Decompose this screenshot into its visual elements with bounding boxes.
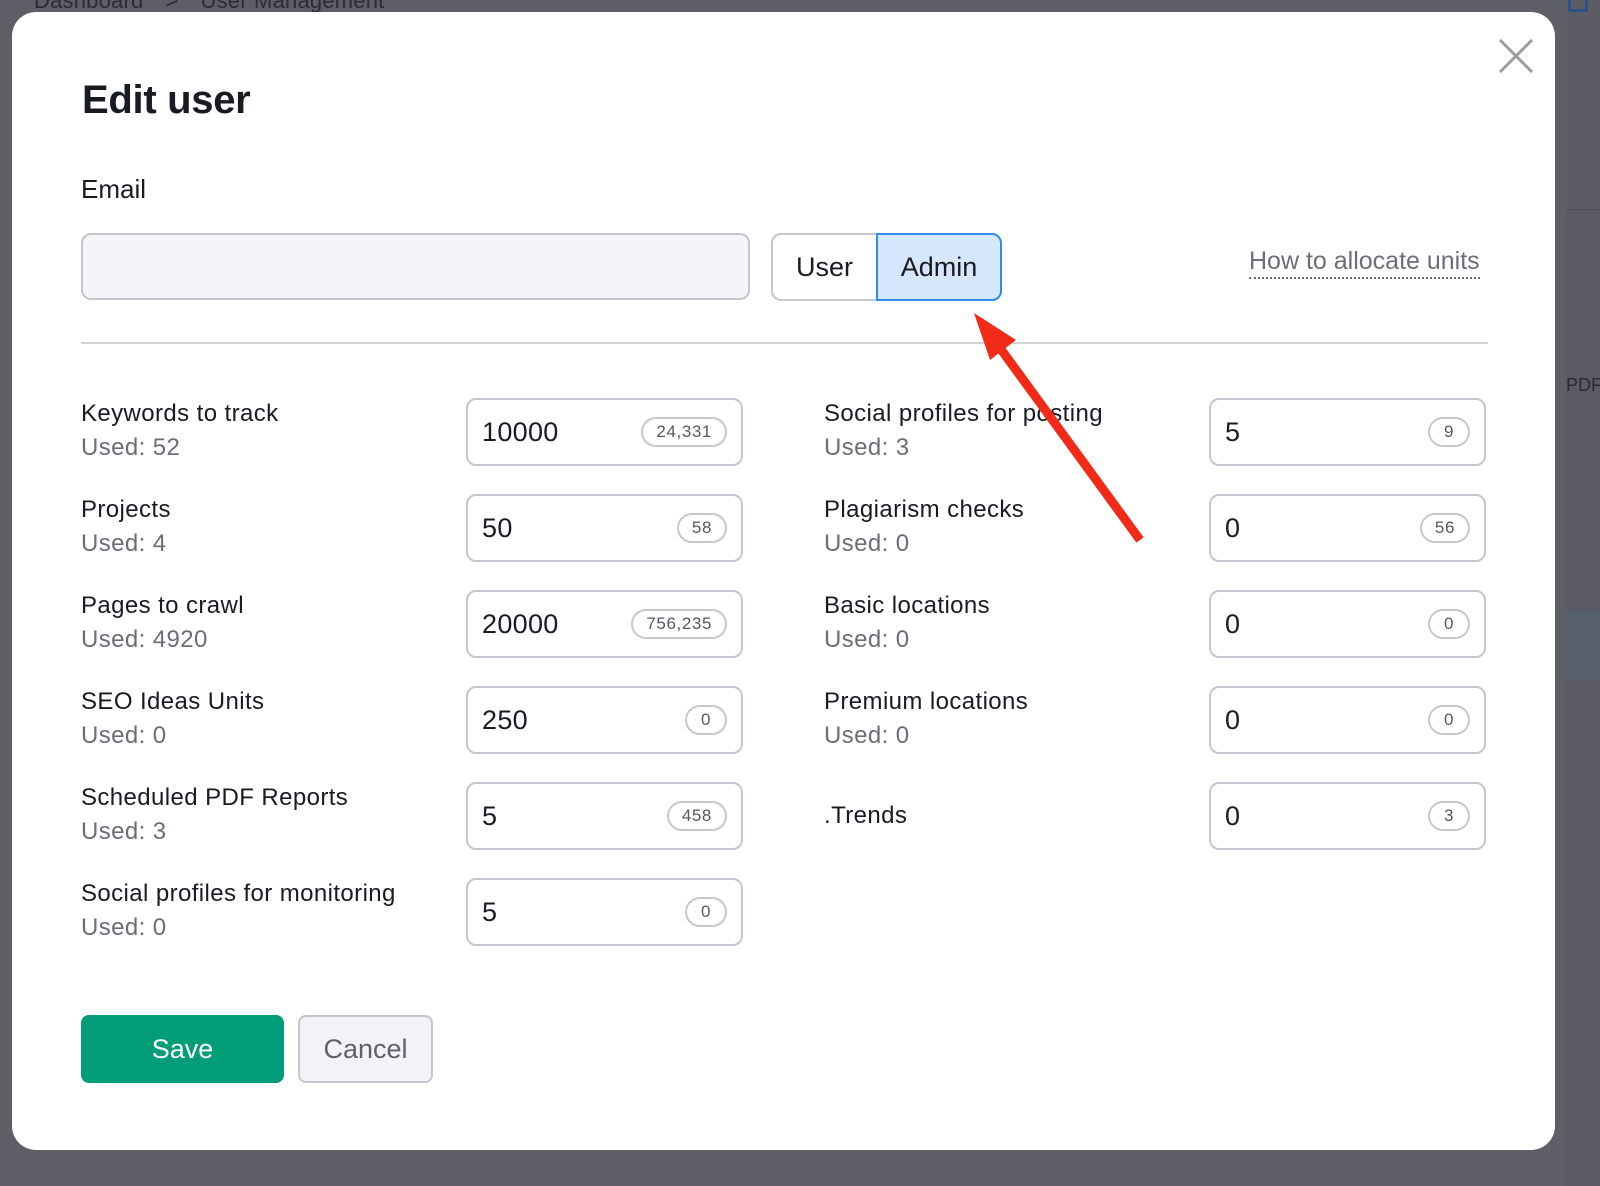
- edit-user-modal: Edit user Email User Admin How to alloca…: [12, 12, 1555, 1150]
- email-input[interactable]: [81, 233, 750, 300]
- resource-limit-field[interactable]: 0: [1209, 686, 1486, 754]
- available-units-badge: 58: [676, 513, 727, 543]
- resource-used: Used: 3: [81, 818, 167, 845]
- resource-used: Used: 3: [824, 434, 910, 461]
- available-units-badge: 458: [666, 801, 727, 831]
- resource-used: Used: 4920: [81, 626, 208, 653]
- resource-label: Scheduled PDF Reports: [81, 784, 349, 811]
- resource-used: Used: 4: [81, 530, 167, 557]
- resource-limit-field[interactable]: 0: [466, 878, 743, 946]
- role-toggle: User Admin: [771, 233, 1002, 301]
- available-units-badge: 24,331: [641, 417, 727, 447]
- resource-used: Used: 52: [81, 434, 181, 461]
- resource-label: Social profiles for monitoring: [81, 880, 396, 907]
- available-units-badge: 0: [685, 705, 727, 735]
- resource-limit-input[interactable]: [482, 416, 622, 448]
- resource-limit-input[interactable]: [482, 512, 622, 544]
- role-admin-button[interactable]: Admin: [876, 233, 1002, 301]
- resource-limit-input[interactable]: [1225, 512, 1365, 544]
- cancel-button[interactable]: Cancel: [298, 1015, 433, 1083]
- close-icon: [1498, 38, 1534, 74]
- divider: [81, 342, 1488, 344]
- resource-limit-field[interactable]: 458: [466, 782, 743, 850]
- backdrop-highlight-band: [1566, 610, 1600, 680]
- available-units-badge: 0: [685, 897, 727, 927]
- available-units-badge: 56: [1419, 513, 1470, 543]
- book-icon: [1568, 0, 1588, 12]
- available-units-badge: 756,235: [631, 609, 727, 639]
- resource-limit-field[interactable]: 24,331: [466, 398, 743, 466]
- how-to-allocate-units-link[interactable]: How to allocate units: [1249, 246, 1480, 279]
- resource-limit-field[interactable]: 58: [466, 494, 743, 562]
- resource-limit-input[interactable]: [1225, 704, 1365, 736]
- resource-used: Used: 0: [824, 626, 910, 653]
- resource-label: Premium locations: [824, 688, 1029, 715]
- resource-limit-input[interactable]: [482, 800, 622, 832]
- resource-limit-input[interactable]: [482, 896, 622, 928]
- resource-limit-input[interactable]: [1225, 416, 1365, 448]
- backdrop-header-band: [1566, 0, 1600, 210]
- backdrop-page-edge: PDF: [1566, 0, 1600, 1186]
- resource-label: .Trends: [824, 802, 908, 829]
- resource-used: Used: 0: [824, 530, 910, 557]
- resource-used: Used: 0: [81, 914, 167, 941]
- available-units-badge: 3: [1428, 801, 1470, 831]
- resource-limit-field[interactable]: 0: [466, 686, 743, 754]
- close-button[interactable]: [1496, 36, 1536, 76]
- role-user-button[interactable]: User: [771, 233, 876, 301]
- resource-limit-field[interactable]: 756,235: [466, 590, 743, 658]
- resource-limit-input[interactable]: [1225, 800, 1365, 832]
- resource-limit-field[interactable]: 0: [1209, 590, 1486, 658]
- resource-label: Pages to crawl: [81, 592, 245, 619]
- resource-label: Social profiles for posting: [824, 400, 1103, 427]
- available-units-badge: 9: [1428, 417, 1470, 447]
- backdrop-partial-text: PDF: [1566, 375, 1600, 395]
- resource-limit-input[interactable]: [1225, 608, 1365, 640]
- available-units-badge: 0: [1428, 705, 1470, 735]
- modal-title: Edit user: [82, 78, 251, 122]
- resource-limit-input[interactable]: [482, 704, 622, 736]
- resource-label: Projects: [81, 496, 171, 523]
- resource-used: Used: 0: [824, 722, 910, 749]
- resource-used: Used: 0: [81, 722, 167, 749]
- resource-limit-field[interactable]: 3: [1209, 782, 1486, 850]
- available-units-badge: 0: [1428, 609, 1470, 639]
- resource-limit-field[interactable]: 9: [1209, 398, 1486, 466]
- resource-label: Basic locations: [824, 592, 991, 619]
- resource-label: Keywords to track: [81, 400, 279, 427]
- resource-label: Plagiarism checks: [824, 496, 1025, 523]
- resource-limit-field[interactable]: 56: [1209, 494, 1486, 562]
- save-button[interactable]: Save: [81, 1015, 284, 1083]
- email-label: Email: [81, 174, 147, 204]
- resource-label: SEO Ideas Units: [81, 688, 265, 715]
- resource-limit-input[interactable]: [482, 608, 622, 640]
